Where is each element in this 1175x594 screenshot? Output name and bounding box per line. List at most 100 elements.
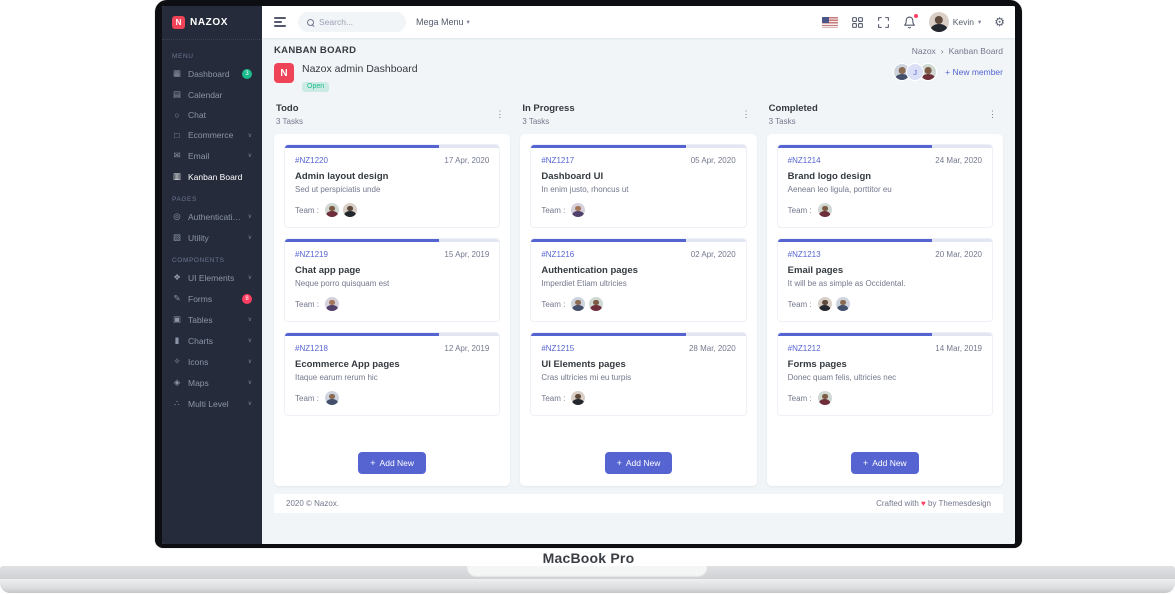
laptop-base bbox=[0, 566, 1175, 579]
sidebar-item-dashboard[interactable]: ▦ Dashboard 3 bbox=[162, 63, 262, 84]
brand[interactable]: N NAZOX bbox=[162, 6, 262, 40]
maps-icon: ◈ bbox=[173, 377, 181, 387]
board-logo-icon: N bbox=[274, 63, 294, 83]
avatar[interactable] bbox=[324, 202, 341, 218]
search-icon bbox=[307, 18, 314, 26]
team-label: Team : bbox=[541, 393, 566, 403]
task-date: 05 Apr, 2020 bbox=[690, 156, 736, 165]
chevron-down-icon: ▾ bbox=[466, 19, 470, 26]
search-box[interactable] bbox=[298, 12, 406, 32]
task-title: Authentication pages bbox=[541, 265, 638, 276]
sidebar-item-ecommerce[interactable]: □ Ecommerce ∨ bbox=[162, 125, 262, 145]
column-menu-icon[interactable]: ⋮ bbox=[984, 107, 1001, 122]
task-description: It will be as simple as Occidental. bbox=[787, 279, 906, 288]
column-menu-icon[interactable]: ⋮ bbox=[491, 107, 508, 122]
chat-icon: ○ bbox=[174, 110, 180, 120]
copyright-text: 2020 © Nazox. bbox=[286, 499, 340, 508]
avatar[interactable] bbox=[324, 296, 341, 312]
avatar[interactable] bbox=[570, 296, 587, 312]
dashboard-badge: 3 bbox=[242, 68, 252, 79]
mega-menu-button[interactable]: Mega Menu ▾ bbox=[416, 17, 470, 27]
sidebar-item-icons[interactable]: ✧ Icons ∨ bbox=[162, 351, 262, 372]
task-id-link[interactable]: #NZ1212 bbox=[788, 344, 821, 353]
column-panel: #NZ1220 17 Apr, 2020 Admin layout design… bbox=[274, 134, 511, 486]
add-new-button[interactable]: + Add New bbox=[850, 452, 919, 474]
column-menu-icon[interactable]: ⋮ bbox=[738, 107, 755, 122]
task-date: 02 Apr, 2020 bbox=[690, 250, 736, 259]
charts-icon: ▮ bbox=[174, 335, 180, 345]
apps-grid-icon[interactable] bbox=[851, 16, 864, 29]
avatar[interactable] bbox=[570, 202, 587, 218]
task-id-link[interactable]: #NZ1217 bbox=[541, 156, 574, 165]
topbar: Mega Menu ▾ bbox=[262, 6, 1015, 38]
task-id-link[interactable]: #NZ1218 bbox=[295, 344, 328, 353]
task-card[interactable]: #NZ1218 12 Apr, 2019 Ecommerce App pages… bbox=[284, 332, 501, 416]
column-title: In Progress bbox=[522, 103, 575, 114]
add-new-button[interactable]: + Add New bbox=[604, 452, 673, 474]
avatar[interactable] bbox=[588, 296, 605, 312]
avatar[interactable] bbox=[816, 202, 833, 218]
kanban-column-completed: Completed 3 Tasks ⋮ #NZ1214 24 Mar, 2020… bbox=[766, 101, 1003, 486]
chevron-down-icon: ∨ bbox=[247, 132, 252, 139]
avatar-initial[interactable]: J bbox=[906, 63, 925, 81]
breadcrumb-current: Kanban Board bbox=[948, 45, 1003, 56]
task-card[interactable]: #NZ1212 14 Mar, 2019 Forms pages Donec q… bbox=[776, 332, 993, 416]
sidebar-item-maps[interactable]: ◈ Maps ∨ bbox=[162, 372, 262, 393]
task-card[interactable]: #NZ1216 02 Apr, 2020 Authentication page… bbox=[530, 238, 747, 322]
sidebar-item-multi-level[interactable]: ∴ Multi Level ∨ bbox=[162, 393, 262, 414]
chevron-down-icon: ▾ bbox=[977, 19, 982, 26]
task-card[interactable]: #NZ1214 24 Mar, 2020 Brand logo design A… bbox=[776, 144, 993, 228]
task-id-link[interactable]: #NZ1213 bbox=[788, 250, 821, 259]
language-flag-icon[interactable] bbox=[821, 16, 838, 28]
notifications-bell-icon[interactable] bbox=[903, 13, 918, 29]
sidebar-item-chat[interactable]: ○ Chat bbox=[162, 105, 262, 125]
task-id-link[interactable]: #NZ1219 bbox=[295, 250, 328, 259]
breadcrumb-root[interactable]: Nazox bbox=[912, 46, 936, 56]
brand-name: NAZOX bbox=[190, 17, 228, 28]
sidebar-item-utility[interactable]: ▧ Utility ∨ bbox=[162, 227, 262, 248]
task-card[interactable]: #NZ1219 15 Apr, 2019 Chat app page Neque… bbox=[284, 238, 501, 322]
task-id-link[interactable]: #NZ1215 bbox=[541, 344, 574, 353]
notification-dot bbox=[913, 13, 918, 18]
gear-icon[interactable]: ⚙ bbox=[994, 15, 1005, 29]
fullscreen-icon[interactable] bbox=[877, 16, 890, 29]
task-card[interactable]: #NZ1217 05 Apr, 2020 Dashboard UI In eni… bbox=[530, 144, 747, 228]
column-panel: #NZ1217 05 Apr, 2020 Dashboard UI In eni… bbox=[520, 134, 757, 486]
avatar[interactable] bbox=[342, 202, 359, 218]
sidebar-item-kanban-board[interactable]: ▥ Kanban Board bbox=[162, 166, 262, 187]
sidebar-item-email[interactable]: ✉ Email ∨ bbox=[162, 145, 262, 166]
chevron-down-icon: ∨ bbox=[247, 275, 252, 281]
menu-toggle-icon[interactable] bbox=[272, 15, 288, 29]
avatar[interactable] bbox=[816, 390, 833, 406]
main-area: Mega Menu ▾ bbox=[262, 6, 1015, 544]
sidebar-item-tables[interactable]: ▣ Tables ∨ bbox=[162, 309, 262, 330]
task-id-link[interactable]: #NZ1214 bbox=[788, 156, 821, 165]
user-menu[interactable]: Kevin ▾ bbox=[928, 12, 982, 32]
sidebar-item-calendar[interactable]: ▤ Calendar bbox=[162, 84, 262, 105]
task-id-link[interactable]: #NZ1216 bbox=[541, 250, 574, 259]
avatar[interactable] bbox=[834, 296, 851, 312]
task-description: Imperdiet Etiam ultricies bbox=[541, 279, 627, 288]
chevron-down-icon: ∨ bbox=[247, 359, 252, 365]
add-new-button[interactable]: + Add New bbox=[358, 452, 427, 474]
sidebar-item-ui-elements[interactable]: ❖ UI Elements ∨ bbox=[162, 267, 262, 288]
new-member-link[interactable]: + New member bbox=[945, 67, 1003, 77]
task-card[interactable]: #NZ1220 17 Apr, 2020 Admin layout design… bbox=[284, 144, 501, 228]
team-label: Team : bbox=[787, 299, 812, 309]
task-card[interactable]: #NZ1215 28 Mar, 2020 UI Elements pages C… bbox=[530, 332, 747, 416]
avatar[interactable] bbox=[816, 296, 833, 312]
sidebar-item-authentication[interactable]: ◎ Authentication ∨ bbox=[162, 206, 262, 227]
task-card[interactable]: #NZ1213 20 Mar, 2020 Email pages It will… bbox=[776, 238, 993, 322]
sidebar-item-forms[interactable]: ✎ Forms 8 bbox=[162, 288, 262, 309]
task-id-link[interactable]: #NZ1220 bbox=[295, 156, 328, 165]
avatar[interactable] bbox=[570, 390, 587, 406]
sidebar: N NAZOX MENU ▦ Dashboard 3 ▤ Calendar ○ … bbox=[162, 6, 262, 544]
sidebar-item-charts[interactable]: ▮ Charts ∨ bbox=[162, 330, 262, 351]
kanban-icon: ▥ bbox=[172, 171, 182, 181]
search-input[interactable] bbox=[319, 17, 394, 27]
avatar[interactable] bbox=[324, 390, 341, 406]
task-title: UI Elements pages bbox=[541, 359, 626, 370]
column-title: Todo bbox=[276, 103, 299, 114]
team-label: Team : bbox=[295, 393, 320, 403]
dashboard-icon: ▦ bbox=[172, 68, 182, 78]
